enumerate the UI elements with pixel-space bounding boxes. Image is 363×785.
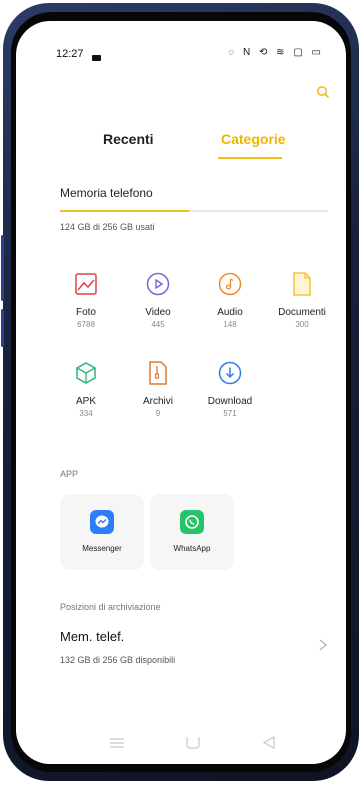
category-apk[interactable]: APK 334 <box>48 360 124 418</box>
category-count: 6788 <box>77 320 95 329</box>
storage-used-text: 124 GB di 256 GB usati <box>60 222 155 232</box>
status-time: 12:27 <box>56 48 84 60</box>
category-download[interactable]: Download 571 <box>192 360 268 418</box>
category-foto[interactable]: Foto 6788 <box>48 271 124 329</box>
category-count: 148 <box>223 320 237 329</box>
category-count: 9 <box>155 409 161 418</box>
category-name: Documenti <box>278 307 326 318</box>
tab-active-indicator <box>218 157 282 159</box>
app-whatsapp[interactable]: WhatsApp <box>150 494 234 570</box>
tab-recenti[interactable]: Recenti <box>103 131 154 147</box>
category-count: 300 <box>295 320 309 329</box>
category-documenti[interactable]: Documenti 300 <box>264 271 340 329</box>
category-name: Video <box>145 307 171 318</box>
category-count: 571 <box>223 409 237 418</box>
messenger-icon <box>90 510 114 534</box>
screen: 12:27 ◌ N ⟲ ≋ ▢ ▭ Recenti Categorie Memo… <box>16 21 346 764</box>
apps-section-label: APP <box>60 469 79 479</box>
power-button <box>1 309 4 347</box>
category-audio[interactable]: Audio 148 <box>192 271 268 329</box>
download-icon <box>217 360 243 386</box>
package-icon <box>73 360 99 386</box>
tab-categorie[interactable]: Categorie <box>221 131 286 147</box>
category-name: APK <box>75 396 96 407</box>
search-icon[interactable] <box>316 85 330 104</box>
storage-locations-label: Posizioni di archiviazione <box>60 602 161 612</box>
category-video[interactable]: Video 445 <box>120 271 196 329</box>
storage-progress-bar <box>60 210 328 212</box>
category-count: 334 <box>79 409 93 418</box>
notification-icon <box>92 49 101 67</box>
storage-progress-fill <box>60 210 189 212</box>
menu-icon[interactable] <box>109 736 125 754</box>
volume-button <box>1 235 4 301</box>
category-name: Download <box>207 396 253 407</box>
home-icon[interactable] <box>186 736 200 754</box>
category-name: Audio <box>217 307 243 318</box>
category-name: Archivi <box>142 396 173 407</box>
app-name: WhatsApp <box>173 544 211 553</box>
whatsapp-icon <box>180 510 204 534</box>
image-icon <box>73 271 99 297</box>
play-icon <box>145 271 171 297</box>
archive-icon <box>145 360 171 386</box>
storage-location-subtitle: 132 GB di 256 GB disponibili <box>60 655 176 665</box>
back-icon[interactable] <box>262 735 275 754</box>
status-icons: ◌ N ⟲ ≋ ▢ ▭ <box>228 47 324 58</box>
storage-location-title[interactable]: Mem. telef. <box>60 629 124 644</box>
category-name: Foto <box>75 307 96 318</box>
chevron-right-icon[interactable] <box>319 638 328 656</box>
app-name: Messenger <box>82 544 122 553</box>
app-messenger[interactable]: Messenger <box>60 494 144 570</box>
document-icon <box>289 271 315 297</box>
category-archivi[interactable]: Archivi 9 <box>120 360 196 418</box>
phone-frame: 12:27 ◌ N ⟲ ≋ ▢ ▭ Recenti Categorie Memo… <box>1 3 359 781</box>
category-count: 445 <box>151 320 165 329</box>
storage-summary-label[interactable]: Memoria telefono <box>60 186 153 200</box>
music-icon <box>217 271 243 297</box>
